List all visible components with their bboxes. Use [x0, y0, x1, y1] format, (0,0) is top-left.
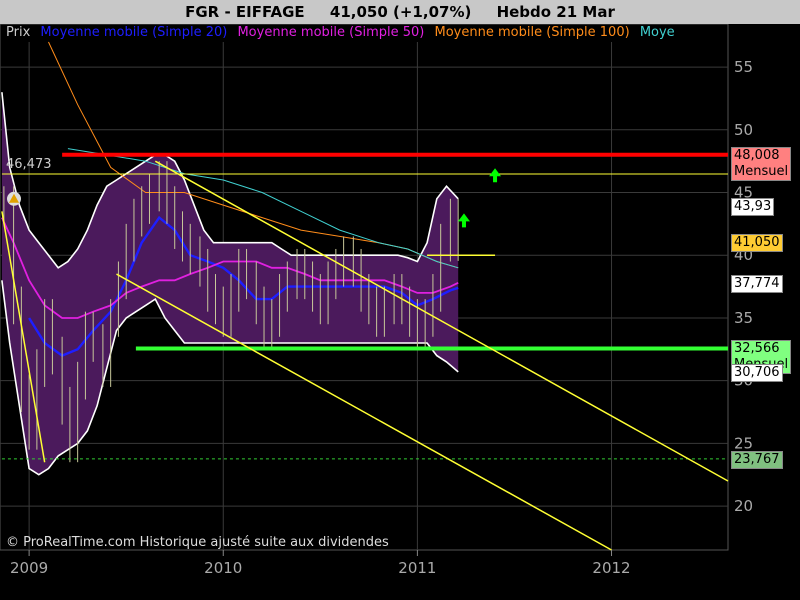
x-tick-label: 2010	[204, 559, 242, 577]
y-tick-label: 50	[734, 121, 753, 139]
price-tag-value: 37,774	[734, 276, 780, 292]
price-tag-value: 23,767	[734, 451, 780, 467]
price-chart[interactable]: 20253035404550552009201020112012	[0, 24, 800, 600]
price-tag: 48,008 Mensuel	[731, 146, 792, 181]
legend-item-sma100[interactable]: Moyenne mobile (Simple 100)	[435, 25, 630, 40]
chart-title-bar: FGR - EIFFAGE 41,050 (+1,07%) Hebdo 21 M…	[0, 0, 800, 24]
price-tag: 43,93	[731, 197, 775, 216]
price-tag-sub: Mensuel	[734, 163, 789, 179]
x-tick-label: 2009	[10, 559, 48, 577]
level-label: 46,473	[6, 157, 52, 173]
y-tick-label: 20	[734, 497, 753, 515]
y-tick-label: 55	[734, 58, 753, 76]
price-tag-value: 32,566	[734, 341, 780, 357]
price-tag-value: 43,93	[734, 198, 772, 214]
watermark: © ProRealTime.com Historique ajusté suit…	[6, 535, 389, 550]
price-tag-value: 48,008	[734, 147, 780, 163]
period-label: Hebdo 21 Mar	[496, 3, 615, 21]
legend-item-sma20[interactable]: Moyenne mobile (Simple 20)	[40, 25, 227, 40]
legend: Prix Moyenne mobile (Simple 20) Moyenne …	[0, 24, 728, 42]
price-tag: 30,706	[731, 363, 783, 382]
price-tag: 41,050	[731, 234, 783, 253]
price-tag: 37,774	[731, 275, 783, 294]
quote-label: 41,050 (+1,07%)	[329, 3, 472, 21]
price-tag-value: 41,050	[734, 235, 780, 251]
y-tick-label: 25	[734, 434, 753, 452]
x-tick-label: 2012	[592, 559, 630, 577]
symbol-label: FGR - EIFFAGE	[185, 3, 305, 21]
legend-item-price[interactable]: Prix	[6, 25, 30, 40]
legend-item-sma50[interactable]: Moyenne mobile (Simple 50)	[237, 25, 424, 40]
x-tick-label: 2011	[398, 559, 436, 577]
price-tag-value: 30,706	[734, 364, 780, 380]
legend-item-ma-extra[interactable]: Moye	[640, 25, 675, 40]
y-tick-label: 35	[734, 309, 753, 327]
price-tag: 23,767	[731, 450, 783, 469]
